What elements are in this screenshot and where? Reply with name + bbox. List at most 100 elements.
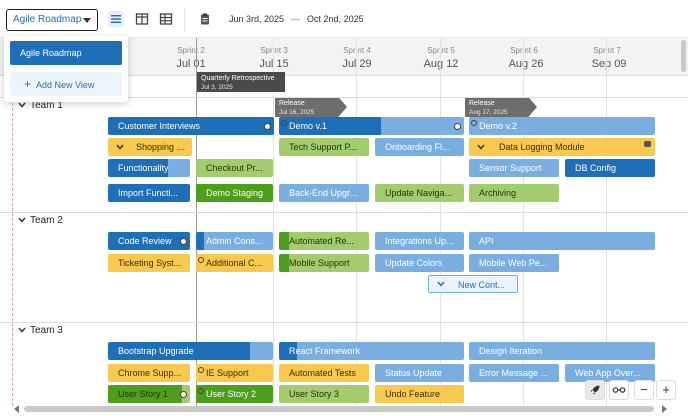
columns-view-icon[interactable] <box>134 11 150 27</box>
sprint-label: Sprint 7 <box>593 46 621 55</box>
link-icon <box>612 387 626 393</box>
progress-fill <box>279 254 289 272</box>
bar-status-update[interactable]: Status Update <box>375 364 464 382</box>
zoom-out-button[interactable]: − <box>634 380 654 400</box>
sprint-date: Aug 12 <box>423 58 459 70</box>
bar-error-message[interactable]: Error Message ... <box>469 364 559 382</box>
team-name: Team 2 <box>30 215 63 226</box>
link-icon <box>454 123 461 130</box>
sprint-label: Sprint 6 <box>510 46 538 55</box>
bar-demo-staging[interactable]: Demo Staging <box>196 184 273 202</box>
bar-additional-content[interactable]: Additional C... <box>196 254 273 272</box>
horizontal-scrollbar[interactable] <box>24 406 654 412</box>
bar-code-review[interactable]: Code Review <box>108 232 190 250</box>
chevron-down-icon <box>18 217 26 223</box>
chevron-down-icon <box>437 281 445 287</box>
chevron-down-icon <box>116 144 124 150</box>
rocket-icon <box>590 385 600 395</box>
sprint-label: Sprint 3 <box>260 46 288 55</box>
chevron-down-icon <box>18 102 26 108</box>
bar-archiving[interactable]: Archiving <box>469 184 559 202</box>
link-icon <box>180 238 187 245</box>
sprint-date: Jul 15 <box>259 58 289 70</box>
link-icon <box>198 388 204 394</box>
bar-design-iteration[interactable]: Design Iteration <box>469 342 655 360</box>
sprint-date: Sep 09 <box>591 58 627 70</box>
bar-api[interactable]: API <box>469 232 655 250</box>
progress-fill <box>279 232 289 250</box>
bar-sensor-support[interactable]: Sensor Support <box>469 159 559 177</box>
bar-react-framework[interactable]: React Framework <box>279 342 464 360</box>
view-dropdown-menu: Agile Roadmap + Add New View <box>4 36 128 102</box>
scroll-left-arrow[interactable] <box>14 405 19 413</box>
bar-update-colors[interactable]: Update Colors <box>375 254 464 272</box>
bar-import-functionality[interactable]: Import Functi... <box>108 184 190 202</box>
rocket-button[interactable] <box>585 380 605 400</box>
bar-demo-v1[interactable]: Demo v.1 <box>279 117 464 135</box>
view-selector-dropdown[interactable]: Agile Roadmap <box>6 9 98 31</box>
bar-user-story-1[interactable]: User Story 1 <box>108 385 190 403</box>
menu-item-agile-roadmap[interactable]: Agile Roadmap <box>10 41 122 65</box>
bar-db-config[interactable]: DB Config <box>565 159 655 177</box>
bar-data-logging-module[interactable]: Data Logging Module <box>469 138 655 156</box>
zoom-in-button[interactable]: + <box>656 380 676 400</box>
scroll-right-arrow[interactable] <box>662 405 667 413</box>
date-range-end: Oct 2nd, 2025 <box>307 14 364 24</box>
sprint-date: Jul 01 <box>176 58 206 70</box>
team-header-3[interactable]: Team 3 <box>0 322 688 338</box>
bar-update-navigation[interactable]: Update Naviga... <box>375 184 464 202</box>
sprint-date: Jul 29 <box>342 58 372 70</box>
chevron-down-icon <box>477 144 485 150</box>
bar-ticketing-system[interactable]: Ticketing Syst... <box>108 254 190 272</box>
chevron-down-icon <box>18 327 26 333</box>
add-new-view-button[interactable]: + Add New View <box>10 72 122 96</box>
bar-mobile-web-performance[interactable]: Mobile Web Pe... <box>469 254 559 272</box>
toolbar-divider <box>184 8 185 32</box>
date-range[interactable]: Jun 3rd, 2025 — Oct 2nd, 2025 <box>229 14 364 24</box>
progress-fill <box>196 232 204 250</box>
bar-user-story-2[interactable]: User Story 2 <box>196 385 273 403</box>
sprint-date: Aug 26 <box>508 58 544 70</box>
table-view-icon[interactable] <box>158 11 174 27</box>
link-icon <box>180 391 187 398</box>
clipboard-icon[interactable] <box>197 11 213 27</box>
sprint-label: Sprint 4 <box>343 46 371 55</box>
sprint-label: Sprint 5 <box>427 46 455 55</box>
list-view-icon[interactable] <box>108 11 124 27</box>
bar-customer-interviews[interactable]: Customer Interviews <box>108 117 274 135</box>
view-selector-label: Agile Roadmap <box>13 14 82 25</box>
dependency-link-button[interactable] <box>609 380 629 400</box>
bar-onboarding[interactable]: Onboarding Fl... <box>375 138 464 156</box>
link-icon <box>198 257 204 263</box>
bar-ie-support[interactable]: IE Support <box>196 364 273 382</box>
bar-shopping-cart[interactable]: Shopping Cart <box>108 138 192 156</box>
milestone-date: Jul 3, 2025 <box>201 84 233 91</box>
bar-demo-v2[interactable]: Demo v.2 <box>469 117 655 135</box>
bar-chrome-support[interactable]: Chrome Supp... <box>108 364 190 382</box>
bar-bootstrap-upgrade[interactable]: Bootstrap Upgrade <box>108 342 273 360</box>
bar-checkout-process[interactable]: Checkout Pr... <box>196 159 273 177</box>
comment-icon <box>644 141 651 147</box>
bar-tech-support[interactable]: Tech Support P... <box>279 138 369 156</box>
bar-back-end-upgrade[interactable]: Back-End Upgr... <box>279 184 369 202</box>
bar-mobile-support[interactable]: Mobile Support <box>279 254 369 272</box>
date-range-start: Jun 3rd, 2025 <box>229 14 285 24</box>
add-new-view-label: Add New View <box>36 80 95 90</box>
bar-new-content[interactable]: New Cont... <box>428 275 518 293</box>
bar-undo-feature[interactable]: Undo Feature <box>375 385 464 403</box>
bar-functionality[interactable]: Functionality <box>108 159 190 177</box>
bar-user-story-3[interactable]: User Story 3 <box>279 385 369 403</box>
team-header-2[interactable]: Team 2 <box>0 212 688 228</box>
milestone-quarterly-retrospective[interactable]: Quarterly Retrospective Jul 3, 2025 <box>197 72 285 92</box>
bar-integrations-update[interactable]: Integrations Up... <box>375 232 464 250</box>
sprint-label: Sprint 2 <box>177 46 205 55</box>
link-icon <box>264 123 271 130</box>
bar-admin-console[interactable]: Admin Cons... <box>196 232 273 250</box>
plus-icon: + <box>24 77 32 91</box>
link-icon <box>198 367 204 373</box>
bar-automated-tests[interactable]: Automated Tests <box>279 364 369 382</box>
team-name: Team 3 <box>30 325 63 336</box>
vertical-scrollbar[interactable] <box>681 40 686 72</box>
bar-automated-reports[interactable]: Automated Re... <box>279 232 369 250</box>
caret-down-icon <box>83 18 91 23</box>
